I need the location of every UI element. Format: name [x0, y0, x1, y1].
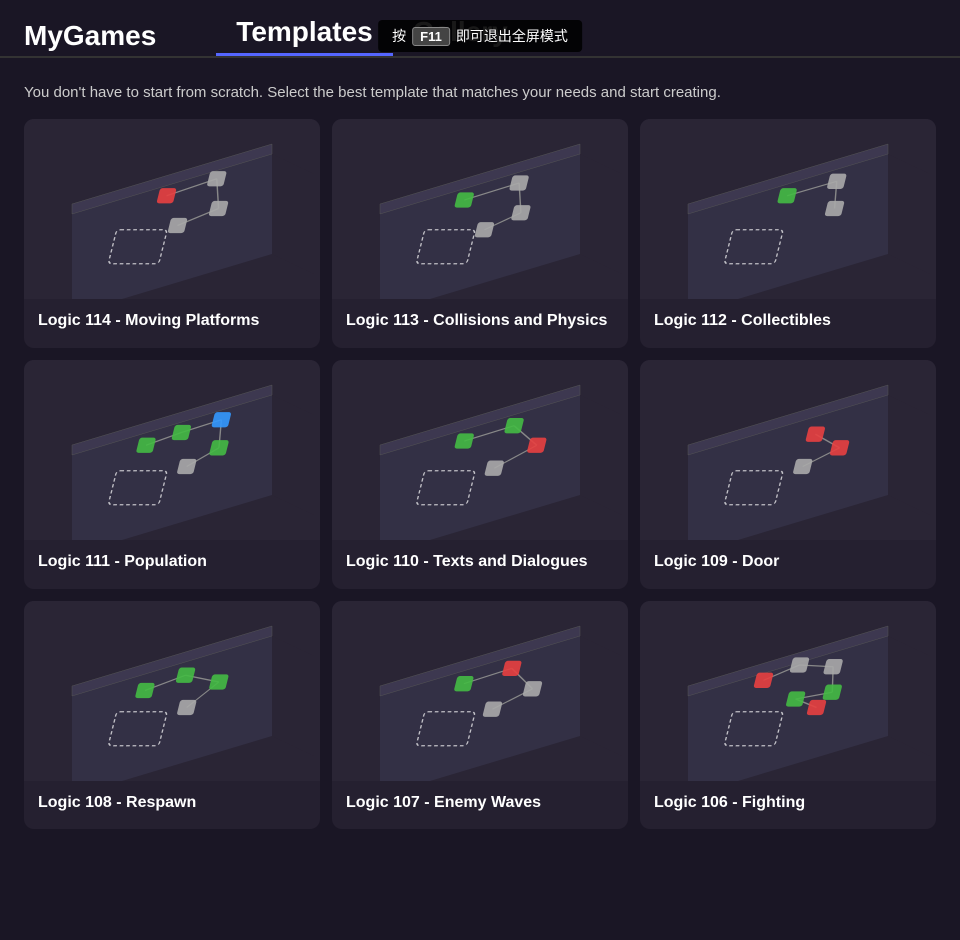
- card-logic114[interactable]: Logic 114 - Moving Platforms: [24, 119, 320, 348]
- thumbnail-logic108: [24, 601, 320, 781]
- card-title-logic111: Logic 111 - Population: [38, 552, 306, 573]
- f11-badge: F11: [412, 27, 450, 46]
- thumbnail-logic106: [640, 601, 936, 781]
- fullscreen-notice: 按 F11 即可退出全屏模式: [378, 20, 582, 52]
- thumbnail-logic114: [24, 119, 320, 299]
- card-title-logic108: Logic 108 - Respawn: [38, 793, 306, 814]
- card-logic111[interactable]: Logic 111 - Population: [24, 360, 320, 589]
- card-title-logic112: Logic 112 - Collectibles: [654, 311, 922, 332]
- card-logic112[interactable]: Logic 112 - Collectibles: [640, 119, 936, 348]
- card-logic109[interactable]: Logic 109 - Door: [640, 360, 936, 589]
- card-title-logic107: Logic 107 - Enemy Waves: [346, 793, 614, 814]
- card-title-logic106: Logic 106 - Fighting: [654, 793, 922, 814]
- mygames-title[interactable]: MyGames: [24, 20, 156, 52]
- card-logic113[interactable]: Logic 113 - Collisions and Physics: [332, 119, 628, 348]
- thumbnail-logic110: [332, 360, 628, 540]
- card-logic107[interactable]: Logic 107 - Enemy Waves: [332, 601, 628, 830]
- tab-templates[interactable]: Templates: [216, 16, 392, 56]
- card-title-logic113: Logic 113 - Collisions and Physics: [346, 311, 614, 332]
- card-logic106[interactable]: Logic 106 - Fighting: [640, 601, 936, 830]
- notice-prefix: 按: [392, 26, 406, 46]
- card-logic108[interactable]: Logic 108 - Respawn: [24, 601, 320, 830]
- thumbnail-logic107: [332, 601, 628, 781]
- thumbnail-logic109: [640, 360, 936, 540]
- card-logic110[interactable]: Logic 110 - Texts and Dialogues: [332, 360, 628, 589]
- card-title-logic114: Logic 114 - Moving Platforms: [38, 311, 306, 332]
- thumbnail-logic111: [24, 360, 320, 540]
- header-divider: [0, 56, 960, 58]
- thumbnail-logic113: [332, 119, 628, 299]
- notice-suffix: 即可退出全屏模式: [456, 26, 568, 46]
- description-text: You don't have to start from scratch. Se…: [0, 70, 960, 119]
- templates-grid: Logic 114 - Moving Platforms Logic 113 -…: [0, 119, 960, 853]
- card-title-logic109: Logic 109 - Door: [654, 552, 922, 573]
- card-title-logic110: Logic 110 - Texts and Dialogues: [346, 552, 614, 573]
- thumbnail-logic112: [640, 119, 936, 299]
